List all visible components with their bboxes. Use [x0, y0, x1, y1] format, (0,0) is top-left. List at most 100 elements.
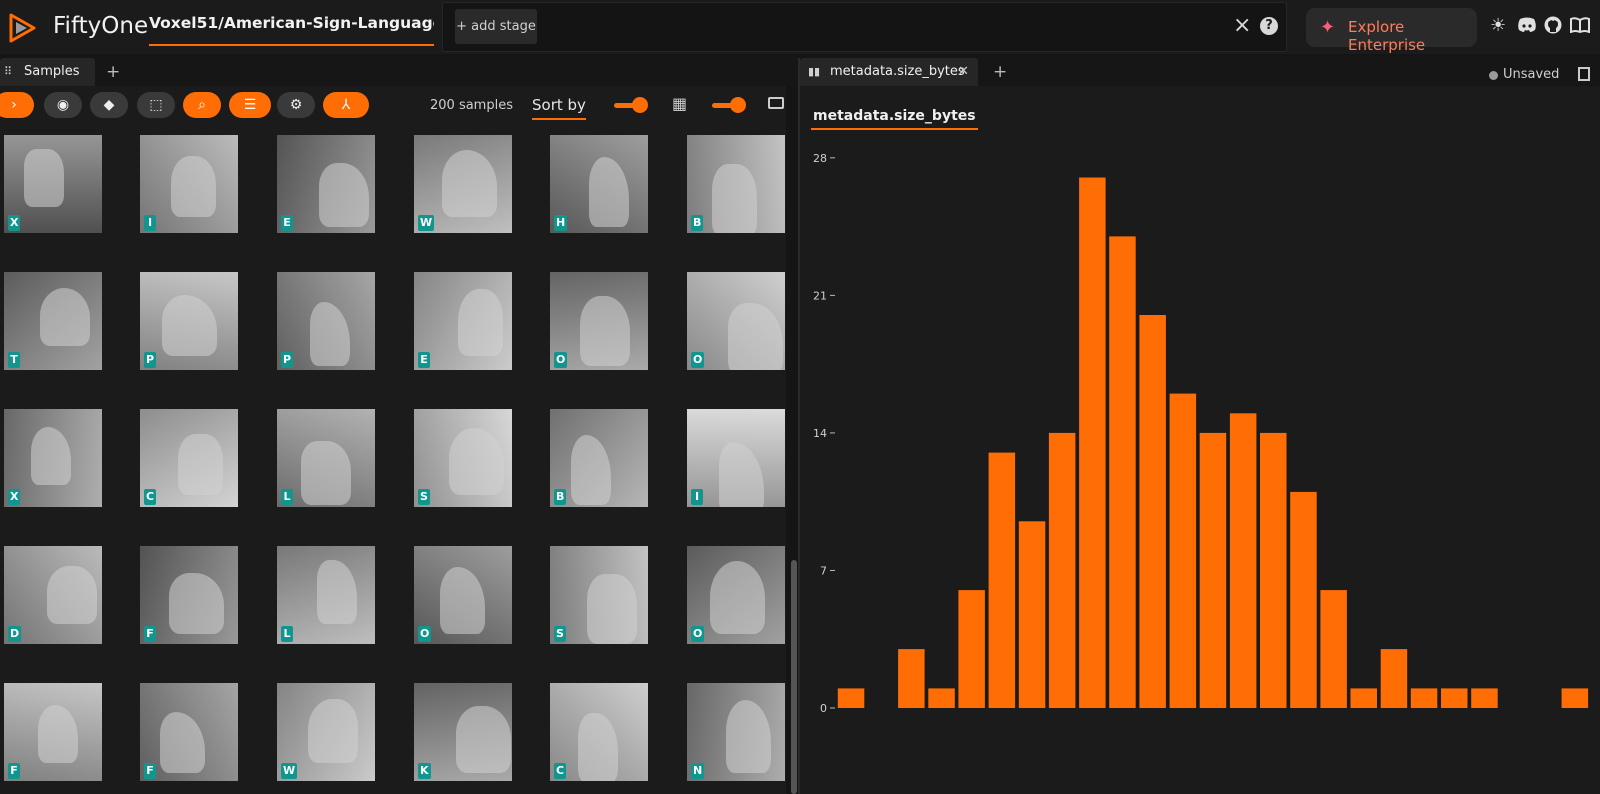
histogram-bar[interactable] [1079, 177, 1106, 709]
sample-tile[interactable]: E [277, 135, 375, 233]
sample-tile[interactable]: S [414, 409, 512, 507]
sample-tile[interactable]: H [550, 135, 648, 233]
samples-panel: › ◉ ◆ ⬚ ⌕ ☰ ⚙ ⅄ 200 samples Sort by ▦ X I… [0, 86, 786, 794]
sample-tile[interactable]: P [277, 272, 375, 370]
sample-tile[interactable]: C [550, 683, 648, 781]
sample-tile[interactable]: B [550, 409, 648, 507]
histogram-bar[interactable] [1561, 688, 1589, 708]
sample-tile[interactable]: F [4, 683, 102, 781]
selection-icon[interactable]: ⬚ [137, 92, 175, 118]
sample-tile[interactable]: C [140, 409, 238, 507]
sample-tile[interactable]: O [687, 272, 785, 370]
add-panel-button-right[interactable]: + [993, 62, 1007, 82]
add-stage-button[interactable]: + add stage [455, 9, 537, 44]
sample-tile[interactable]: I [687, 409, 785, 507]
histogram-bar[interactable] [1260, 432, 1287, 708]
sample-label-badge: I [144, 215, 156, 231]
histogram-bar[interactable] [1199, 432, 1227, 708]
tab-histogram[interactable]: ▮▮ metadata.size_bytes ✕ [800, 58, 978, 86]
sample-tile[interactable]: F [140, 546, 238, 644]
list-icon[interactable]: ☰ [229, 92, 271, 118]
close-icon[interactable]: × [1233, 13, 1251, 39]
hand-image [40, 288, 90, 346]
plot-field-title[interactable]: metadata.size_bytes [811, 108, 978, 130]
histogram-bar[interactable] [1139, 315, 1166, 708]
histogram-bar[interactable] [1441, 688, 1468, 708]
color-palette-icon[interactable]: ◉ [44, 92, 82, 118]
close-tab-icon[interactable]: ✕ [958, 64, 969, 79]
zoom-slider-handle[interactable] [632, 97, 648, 113]
panel-layout-icon[interactable] [1578, 67, 1590, 81]
grid-scrollbar[interactable] [791, 560, 797, 794]
grid-icon[interactable]: ▦ [672, 94, 687, 113]
discord-icon[interactable] [1517, 17, 1537, 33]
histogram-bar[interactable] [837, 688, 865, 708]
histogram-bar[interactable] [1018, 521, 1046, 708]
dataset-selector[interactable]: Voxel51/American-Sign-Language-MNIST [149, 14, 434, 46]
settings-icon[interactable]: ⚙ [277, 92, 315, 118]
histogram-bar[interactable] [1048, 432, 1076, 708]
sample-tile[interactable]: N [687, 683, 785, 781]
unsaved-status-dot [1489, 71, 1498, 80]
sample-tile[interactable]: O [414, 546, 512, 644]
sample-tile[interactable]: I [140, 135, 238, 233]
fiftyone-logo-icon[interactable] [6, 12, 38, 44]
sample-count: 200 samples [430, 98, 513, 113]
histogram-bar[interactable] [1169, 393, 1197, 708]
histogram-bar[interactable] [1380, 649, 1408, 708]
github-icon[interactable] [1544, 16, 1562, 34]
samples-toolbar: › ◉ ◆ ⬚ ⌕ ☰ ⚙ ⅄ 200 samples Sort by ▦ [0, 86, 786, 132]
sample-tile[interactable]: B [687, 135, 785, 233]
sample-tile[interactable]: D [4, 546, 102, 644]
sample-label-badge: F [8, 763, 20, 779]
explore-enterprise-button[interactable]: ✦ Explore Enterprise [1306, 8, 1477, 54]
hand-image [301, 441, 351, 505]
sample-tile[interactable]: L [277, 546, 375, 644]
sample-label-badge: F [144, 763, 156, 779]
histogram-bar[interactable] [928, 688, 955, 708]
sample-tile[interactable]: T [4, 272, 102, 370]
view-mode-icon[interactable] [768, 97, 784, 109]
histogram-bar[interactable] [988, 452, 1016, 708]
add-panel-button[interactable]: + [106, 62, 120, 82]
expand-icon[interactable]: › [0, 92, 34, 118]
tile-size-slider-handle[interactable] [730, 97, 746, 113]
search-icon[interactable]: ⌕ [183, 92, 221, 118]
tag-icon[interactable]: ◆ [90, 92, 128, 118]
sample-label-badge: X [8, 489, 21, 505]
histogram-bar[interactable] [1471, 688, 1498, 708]
sample-tile[interactable]: X [4, 135, 102, 233]
zoom-slider[interactable] [614, 97, 648, 113]
sample-tile[interactable]: S [550, 546, 648, 644]
histogram-bar[interactable] [1320, 590, 1347, 708]
tile-size-slider[interactable] [712, 97, 746, 113]
sample-label-badge: O [554, 352, 568, 368]
histogram-bar[interactable] [898, 649, 925, 708]
sample-tile[interactable]: W [277, 683, 375, 781]
histogram-bar[interactable] [1410, 688, 1438, 708]
tab-samples[interactable]: ⠿ Samples [0, 58, 95, 86]
sample-tile[interactable]: P [140, 272, 238, 370]
sample-tile[interactable]: L [277, 409, 375, 507]
sample-tile[interactable]: X [4, 409, 102, 507]
histogram-bar[interactable] [1229, 413, 1257, 708]
brand-name: FiftyOne [53, 13, 149, 39]
sample-tile[interactable]: O [687, 546, 785, 644]
histogram-bar[interactable] [1350, 688, 1378, 708]
sort-by-button[interactable]: Sort by [532, 96, 586, 120]
view-bar[interactable] [442, 2, 1287, 52]
sample-label-badge: F [144, 626, 156, 642]
theme-sun-icon[interactable]: ☀ [1490, 15, 1506, 37]
sample-label-badge: W [281, 763, 298, 779]
histogram-bar[interactable] [1290, 491, 1317, 708]
sample-tile[interactable]: K [414, 683, 512, 781]
histogram-bar[interactable] [1109, 236, 1136, 708]
merge-icon[interactable]: ⅄ [323, 92, 369, 118]
help-icon[interactable]: ? [1260, 17, 1278, 35]
sample-tile[interactable]: E [414, 272, 512, 370]
sample-tile[interactable]: O [550, 272, 648, 370]
book-icon[interactable] [1570, 17, 1590, 33]
sample-tile[interactable]: F [140, 683, 238, 781]
sample-tile[interactable]: W [414, 135, 512, 233]
histogram-bar[interactable] [958, 590, 985, 708]
